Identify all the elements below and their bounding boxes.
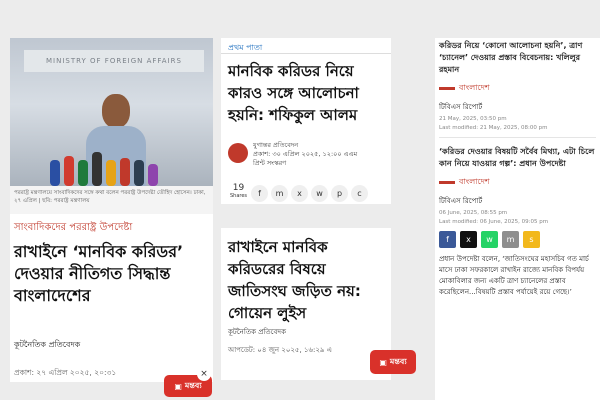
copy-icon[interactable]: c xyxy=(351,185,368,202)
author-name[interactable]: কূটনৈতিক প্রতিবেদক xyxy=(14,339,80,352)
article-headline[interactable]: রাখাইনে ‘মানবিক করিডর’ দেওয়ার নীতিগত সি… xyxy=(10,239,213,309)
microphones xyxy=(50,142,180,186)
share-count: 19 Shares xyxy=(230,183,248,200)
comment-button[interactable]: ▣ মন্তব্য xyxy=(370,350,416,374)
report-byline: টিবিএস রিপোর্ট xyxy=(439,103,483,111)
section-label[interactable]: বাংলাদেশ xyxy=(435,78,600,99)
article-topic[interactable]: সাংবাদিকদের পররাষ্ট্র উপদেষ্টা xyxy=(10,214,213,239)
category-link[interactable]: প্রথম পাতা xyxy=(221,38,391,54)
print-version-label: প্রিন্ট সংস্করণ xyxy=(253,159,287,167)
email-icon[interactable]: m xyxy=(502,231,519,248)
article-headline-2[interactable]: ‘করিডর দেওয়ার বিষয়টি সর্বৈব মিথ্যা, এট… xyxy=(435,142,600,172)
sms-icon[interactable]: s xyxy=(523,231,540,248)
article-column-tbs: করিডর নিয়ে ‘কোনো আলোচনা হয়নি’, ত্রাণ ‘… xyxy=(435,38,600,400)
publish-date: প্রকাশ: ২৭ এপ্রিল ২০২৫, ২০:৩১ xyxy=(14,368,117,377)
publish-date: 21 May, 2025, 03:50 pm xyxy=(439,116,507,122)
article-body: প্রধান উপদেষ্টা বলেন, ‘জাতিসংঘের মহাসচিব… xyxy=(439,255,589,296)
author-name[interactable]: কূটনৈতিক প্রতিবেদক xyxy=(228,326,286,338)
comment-icon: ▣ xyxy=(379,357,387,367)
share-toolbar: f m x w p c xyxy=(251,185,368,202)
article-meta: যুগান্তর প্রতিবেদন প্রকাশ: ৩০ এপ্রিল ২০২… xyxy=(253,141,357,168)
article-headline[interactable]: করিডর নিয়ে ‘কোনো আলোচনা হয়নি’, ত্রাণ ‘… xyxy=(435,38,600,78)
report-byline: টিবিএস রিপোর্ট xyxy=(439,197,483,205)
update-date: আপডেট: ০৪ জুন ২০২৫, ১৬:২৯ এ xyxy=(228,346,333,354)
photo-banner: MINISTRY OF FOREIGN AFFAIRS xyxy=(24,50,204,72)
close-icon[interactable]: × xyxy=(197,367,211,381)
section-label-2[interactable]: বাংলাদেশ xyxy=(435,172,600,193)
x-icon[interactable]: x xyxy=(460,231,477,248)
article-card-prothom-alo-2: রাখাইনে মানবিক করিডরের বিষয়ে জাতিসংঘ জড… xyxy=(221,228,416,380)
section-marker xyxy=(439,87,455,90)
collage: MINISTRY OF FOREIGN AFFAIRS পররাষ্ট্র মন… xyxy=(0,0,600,400)
facebook-icon[interactable]: f xyxy=(251,185,268,202)
messenger-icon[interactable]: m xyxy=(271,185,288,202)
whatsapp-icon[interactable]: w xyxy=(481,231,498,248)
facebook-icon[interactable]: f xyxy=(439,231,456,248)
article-headline[interactable]: রাখাইনে মানবিক করিডরের বিষয়ে জাতিসংঘ জড… xyxy=(221,228,391,322)
modified-date: Last modified: 21 May, 2025, 08:00 pm xyxy=(439,125,548,131)
author-name: যুগান্তর প্রতিবেদন xyxy=(253,141,299,149)
divider xyxy=(439,137,596,138)
print-icon[interactable]: p xyxy=(331,185,348,202)
section-marker xyxy=(439,181,455,184)
publisher-logo xyxy=(228,143,248,163)
comment-label: মন্তব্য xyxy=(184,380,202,390)
article-card-prothom-alo: MINISTRY OF FOREIGN AFFAIRS পররাষ্ট্র মন… xyxy=(10,38,213,397)
article-photo: MINISTRY OF FOREIGN AFFAIRS xyxy=(10,38,213,186)
social-share-row: f x w m s xyxy=(435,227,600,252)
whatsapp-icon[interactable]: w xyxy=(311,185,328,202)
x-icon[interactable]: x xyxy=(291,185,308,202)
article-headline[interactable]: মানবিক করিডর নিয়ে কারও সঙ্গে আলোচনা হয়… xyxy=(221,54,391,134)
publish-date: 06 June, 2025, 08:55 pm xyxy=(439,210,508,216)
publish-date: প্রকাশ: ৩০ এপ্রিল ২০২৫, ১২:০০ এএম xyxy=(253,150,358,158)
comment-icon: ▣ xyxy=(174,381,182,391)
article-card-jugantor: প্রথম পাতা মানবিক করিডর নিয়ে কারও সঙ্গে… xyxy=(221,38,391,204)
comment-label: মন্তব্য xyxy=(389,356,407,366)
modified-date: Last modified: 06 June, 2025, 09:05 pm xyxy=(439,219,549,225)
photo-caption: পররাষ্ট্র মন্ত্রণালয়ে সাংবাদিকদের সঙ্গে… xyxy=(10,186,213,214)
